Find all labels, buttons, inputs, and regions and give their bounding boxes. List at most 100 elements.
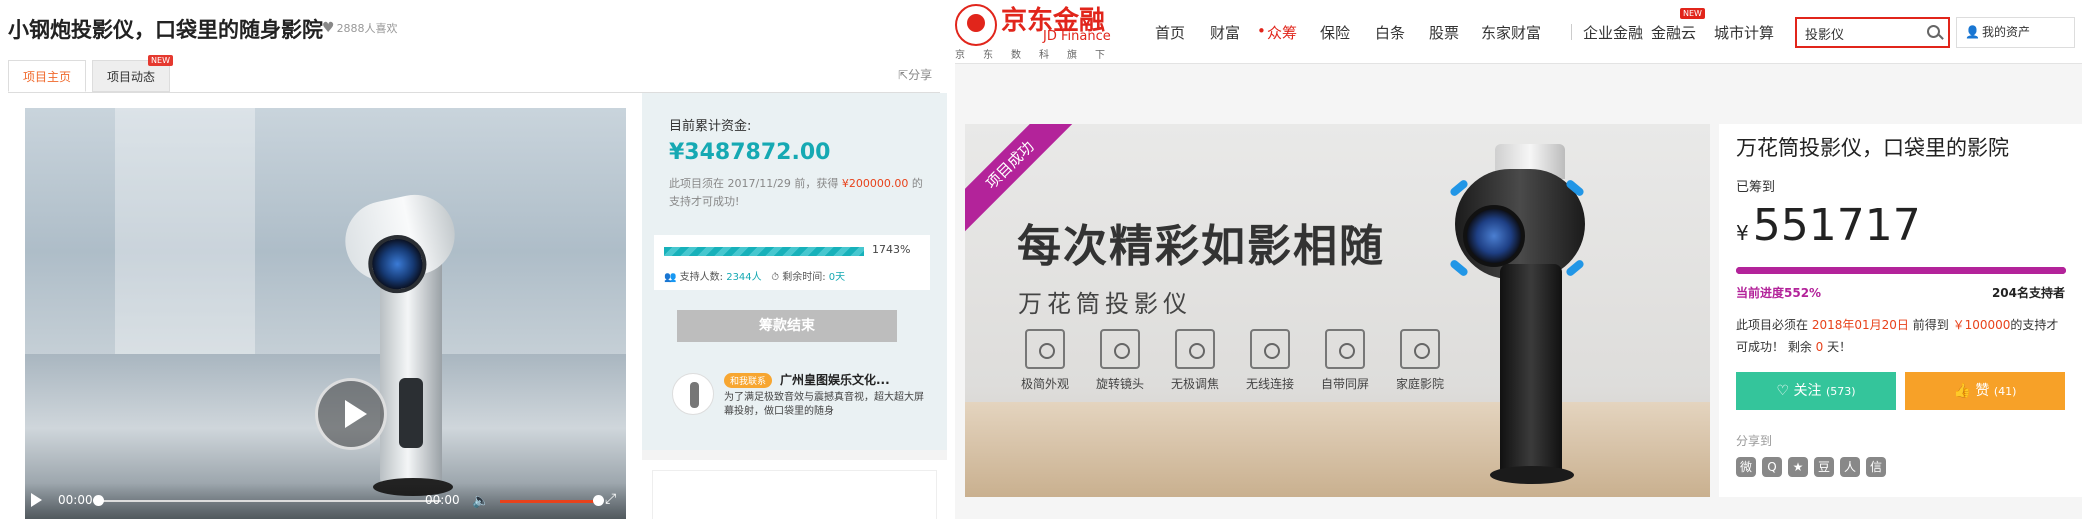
nav-cloud[interactable]: 金融云: [1651, 22, 1696, 43]
supporters-label: 支持人数:: [679, 272, 724, 283]
feature-item: 无极调焦: [1165, 329, 1225, 392]
video-player[interactable]: 00:00 00:00 🔈 ⤢: [25, 108, 626, 519]
note-mid: 前得到: [1908, 318, 1953, 332]
new-badge: NEW: [1680, 8, 1705, 19]
left-project-page: 小钢炮投影仪，口袋里的随身影院 ♥ 2888人喜欢 项目主页 项目动态 NEW ⇱分…: [0, 0, 947, 519]
nav-city[interactable]: 城市计算: [1714, 22, 1774, 43]
feature-item: 无线连接: [1240, 329, 1300, 392]
search-box: [1795, 17, 1950, 48]
panel-gap: [947, 0, 955, 519]
raised-amount: ¥551717: [1736, 200, 1921, 251]
feature-label: 无极调焦: [1170, 377, 1219, 391]
volume-handle[interactable]: [593, 495, 604, 506]
currency-symbol: ¥: [1736, 221, 1749, 245]
like-label: 赞: [1975, 383, 1990, 399]
weibo-icon[interactable]: 微: [1736, 457, 1756, 477]
project-title: 小钢炮投影仪，口袋里的随身影院: [8, 18, 323, 42]
seek-bar[interactable]: [95, 500, 441, 502]
organizer-desc: 为了满足极致音效与震撼真音视，超大超大屏幕投射，做口袋里的随身: [724, 392, 924, 417]
users-icon: 👥: [664, 272, 677, 283]
nav-enterprise[interactable]: 企业金融: [1583, 22, 1643, 43]
camera-icon: [1100, 329, 1140, 369]
share-icons: 微 Q ★ 豆人信: [1736, 456, 1892, 477]
project-title: 万花筒投影仪，口袋里的影院: [1736, 136, 2009, 160]
organizer-avatar[interactable]: [672, 373, 714, 415]
play-button[interactable]: [315, 378, 387, 450]
feature-label: 极简外观: [1020, 377, 1069, 391]
feature-label: 自带同屏: [1320, 377, 1369, 391]
share-link[interactable]: ⇱分享: [898, 66, 932, 83]
jd-finance-logo[interactable]: 京东金融 JD Finance 京东数科旗下: [955, 0, 1115, 64]
organizer-name[interactable]: 广州皇图娱乐文化...: [780, 371, 890, 388]
heart-icon: ♥: [322, 20, 335, 36]
feature-label: 无线连接: [1245, 377, 1294, 391]
progress-fill: [664, 247, 864, 256]
sidebar-lower-panel: [642, 450, 947, 519]
likes-count[interactable]: ♥ 2888人喜欢: [322, 20, 398, 36]
volume-slider[interactable]: [500, 500, 602, 503]
tab-project-updates-label: 项目动态: [106, 70, 155, 84]
projector-image: [1445, 144, 1595, 484]
follow-label: 关注: [1793, 383, 1822, 399]
nav-crowdfunding[interactable]: 众筹: [1267, 22, 1297, 43]
phone-icon: [1025, 329, 1065, 369]
renren-icon[interactable]: 人: [1840, 457, 1860, 477]
follow-button[interactable]: ♡ 关注 (573): [1736, 372, 1896, 410]
feature-item: 极简外观: [1015, 329, 1075, 392]
my-assets-button[interactable]: 👤 我的资产: [1956, 17, 2075, 48]
progress-card: 1743% 👥 支持人数: 2344人 ⏱ 剩余时间: 0天: [654, 235, 930, 290]
nav-insurance[interactable]: 保险: [1320, 22, 1350, 43]
hero-table: [965, 402, 1710, 497]
nav-crowdfunding-dot: •: [1257, 22, 1266, 40]
nav-wealth[interactable]: 财富: [1210, 22, 1240, 43]
user-icon: 👤: [1965, 25, 1980, 39]
funding-note-pre: 此项目须在 2017/11/29 前，获得: [669, 177, 842, 190]
star-icon[interactable]: ★: [1788, 457, 1808, 477]
tab-project-updates[interactable]: 项目动态 NEW: [92, 55, 173, 92]
like-count: (41): [1993, 385, 2017, 398]
progress-track: [664, 247, 864, 256]
wechat-icon[interactable]: 信: [1866, 457, 1886, 477]
note-pre: 此项目必须在: [1736, 318, 1812, 332]
slider-icon: [1175, 329, 1215, 369]
seek-handle[interactable]: [93, 495, 104, 506]
nav-baitiao[interactable]: 白条: [1375, 22, 1405, 43]
search-input[interactable]: [1805, 24, 1920, 42]
progress-meta: 👥 支持人数: 2344人 ⏱ 剩余时间: 0天: [664, 268, 845, 283]
nav-dongjia[interactable]: 东家财富: [1481, 22, 1541, 43]
qzone-icon[interactable]: Q: [1762, 457, 1782, 477]
funding-target: ¥200000.00: [841, 177, 909, 190]
volume-icon[interactable]: 🔈: [472, 493, 489, 509]
search-icon[interactable]: [1927, 25, 1940, 38]
nav-stocks[interactable]: 股票: [1429, 22, 1459, 43]
organizer-card: 和我联系 广州皇图娱乐文化... 为了满足极致音效与震撼真音视，超大超大屏幕投射…: [672, 369, 932, 429]
funding-note: 此项目须在 2017/11/29 前，获得 ¥200000.00 的支持才可成功…: [669, 175, 924, 211]
feature-label: 旋转镜头: [1095, 377, 1144, 391]
funding-amount: ¥3487872.00: [669, 140, 831, 165]
nav-home[interactable]: 首页: [1155, 22, 1185, 43]
tab-project-home[interactable]: 项目主页: [8, 60, 86, 92]
contact-me-tag[interactable]: 和我联系: [724, 373, 773, 388]
projector-image: [325, 178, 465, 498]
jd-dog-icon: [955, 4, 997, 46]
sidebar-lower-box: [652, 470, 937, 519]
progress-percent: 1743%: [872, 243, 911, 256]
heart-outline-icon: ♡: [1776, 383, 1790, 399]
share-icon: ⇱: [898, 68, 909, 82]
nav-separator: [1571, 24, 1572, 40]
site-header: 京东金融 JD Finance 京东数科旗下 首页 财富 • 众筹 保险 白条 …: [955, 0, 2082, 64]
fullscreen-icon[interactable]: ⤢: [605, 491, 616, 507]
progress-bar: [1736, 267, 2066, 274]
feature-item: 自带同屏: [1315, 329, 1375, 392]
current-time: 00:00: [58, 493, 93, 507]
video-play-icon[interactable]: [31, 493, 42, 507]
note-end: 天！: [1823, 340, 1852, 354]
wifi-icon: [1250, 329, 1290, 369]
douban-icon[interactable]: 豆: [1814, 457, 1834, 477]
thumbs-up-icon: 👍: [1953, 383, 1971, 399]
funding-ended-button[interactable]: 筹款结束: [677, 310, 897, 342]
like-button[interactable]: 👍 赞 (41): [1905, 372, 2065, 410]
follow-count: (573): [1825, 385, 1856, 398]
hero-headline: 每次精彩如影相随: [1017, 221, 1385, 272]
share-to-label: 分享到: [1736, 434, 1773, 448]
